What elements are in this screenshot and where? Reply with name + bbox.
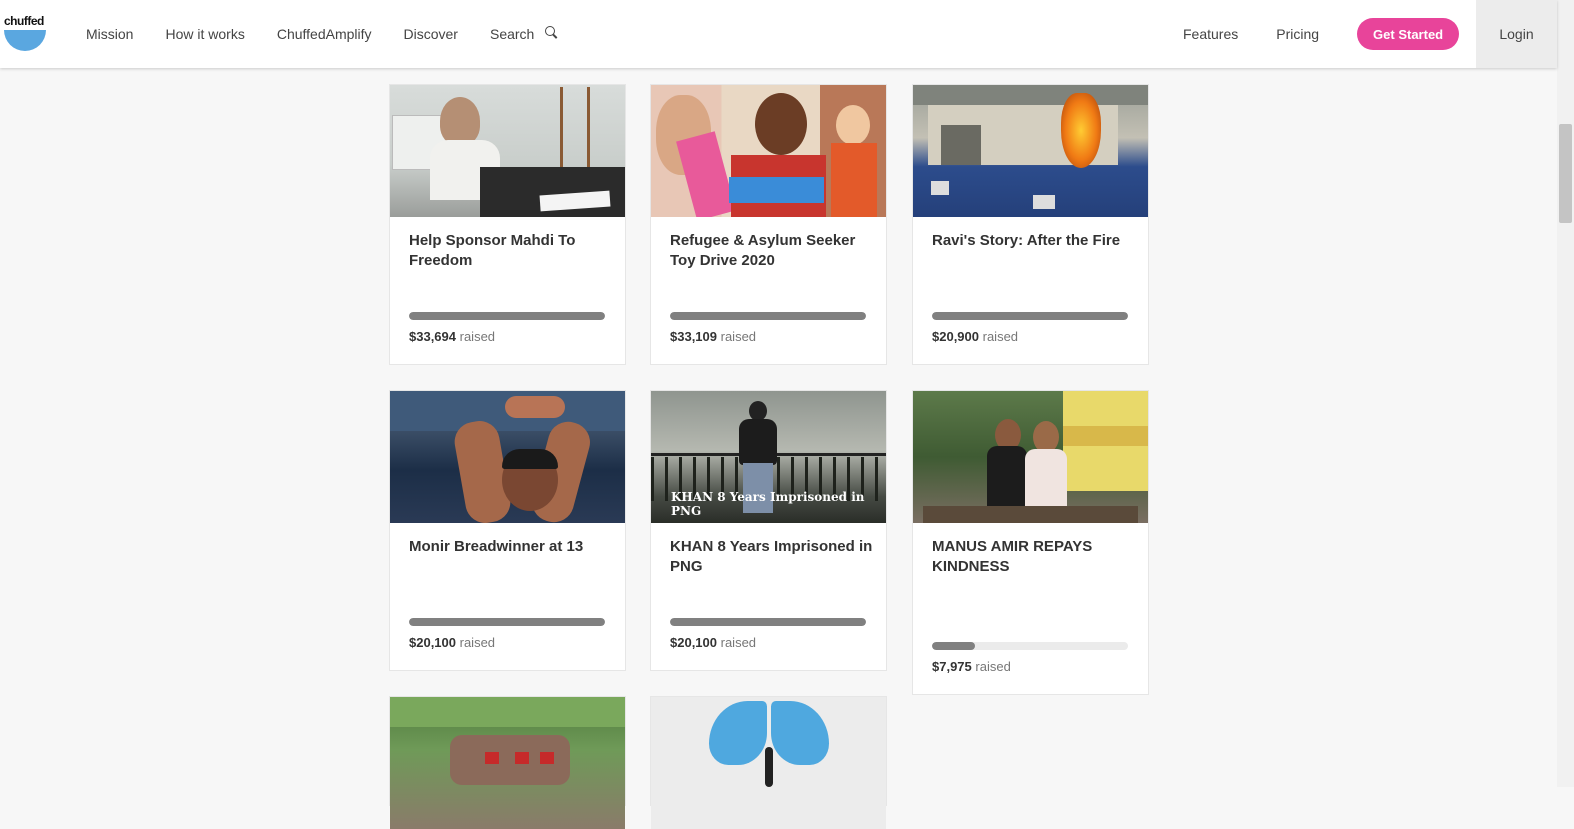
campaign-image — [913, 391, 1148, 523]
campaign-card[interactable] — [389, 696, 626, 829]
secondary-nav: Features Pricing Get Started — [1183, 0, 1460, 68]
nav-features[interactable]: Features — [1183, 26, 1238, 42]
campaign-title: KHAN 8 Years Imprisoned in PNG — [670, 538, 873, 575]
logo-mark — [4, 30, 46, 51]
logo-text: chuffed — [4, 14, 44, 28]
amount-raised: $7,975 raised — [932, 659, 1011, 674]
scrollbar-thumb[interactable] — [1559, 124, 1572, 223]
campaign-card[interactable]: MANUS AMIR REPAYS KINDNESS $7,975 raised — [912, 390, 1149, 695]
page-scrollbar[interactable] — [1557, 0, 1574, 787]
get-started-button[interactable]: Get Started — [1357, 18, 1460, 50]
chuffed-logo[interactable]: chuffed — [3, 14, 47, 52]
amount-value: $20,100 — [670, 635, 717, 650]
progress-fill — [932, 312, 1128, 320]
campaign-card[interactable] — [650, 696, 887, 829]
progress-fill — [670, 618, 866, 626]
campaign-image — [390, 391, 625, 523]
amount-value: $33,109 — [670, 329, 717, 344]
nav-discover[interactable]: Discover — [404, 26, 458, 42]
main-nav: Mission How it works ChuffedAmplify Disc… — [86, 0, 556, 68]
amount-raised: $20,100 raised — [670, 635, 756, 650]
progress-bar — [932, 642, 1128, 650]
progress-bar — [409, 618, 605, 626]
campaign-image: KHAN 8 Years Imprisoned in PNG — [651, 391, 886, 523]
search-link[interactable]: Search — [489, 26, 556, 42]
campaign-title: Monir Breadwinner at 13 — [409, 538, 584, 555]
raised-label: raised — [975, 659, 1011, 674]
image-caption: KHAN 8 Years Imprisoned in PNG — [671, 490, 865, 518]
amount-value: $20,900 — [932, 329, 979, 344]
login-button[interactable]: Login — [1476, 0, 1557, 68]
nav-how-it-works[interactable]: How it works — [165, 26, 244, 42]
campaign-card[interactable]: Help Sponsor Mahdi To Freedom $33,694 ra… — [389, 84, 626, 365]
campaign-title: Refugee & Asylum Seeker Toy Drive 2020 — [670, 232, 856, 269]
campaign-image — [390, 85, 625, 217]
nav-pricing[interactable]: Pricing — [1276, 26, 1319, 42]
nav-chuffedamplify[interactable]: ChuffedAmplify — [277, 26, 372, 42]
progress-bar — [670, 312, 866, 320]
amount-raised: $33,694 raised — [409, 329, 495, 344]
campaign-image — [913, 85, 1148, 217]
progress-fill — [932, 642, 976, 650]
amount-raised: $33,109 raised — [670, 329, 756, 344]
campaign-card[interactable]: Monir Breadwinner at 13 $20,100 raised — [389, 390, 626, 671]
progress-bar — [409, 312, 605, 320]
progress-bar — [670, 618, 866, 626]
progress-fill — [409, 618, 605, 626]
campaign-title: Ravi's Story: After the Fire — [932, 232, 1121, 249]
raised-label: raised — [720, 635, 757, 650]
raised-label: raised — [459, 635, 496, 650]
campaign-image — [651, 697, 886, 829]
site-header: chuffed Mission How it works ChuffedAmpl… — [0, 0, 1557, 68]
raised-label: raised — [720, 329, 757, 344]
amount-raised: $20,100 raised — [409, 635, 495, 650]
search-icon — [545, 26, 556, 36]
search-label: Search — [489, 26, 535, 42]
campaign-title: MANUS AMIR REPAYS KINDNESS — [932, 538, 1093, 575]
progress-bar — [932, 312, 1128, 320]
progress-fill — [670, 312, 866, 320]
progress-fill — [409, 312, 605, 320]
amount-value: $7,975 — [932, 659, 972, 674]
raised-label: raised — [982, 329, 1019, 344]
amount-raised: $20,900 raised — [932, 329, 1018, 344]
amount-value: $20,100 — [409, 635, 456, 650]
raised-label: raised — [459, 329, 496, 344]
campaign-title: Help Sponsor Mahdi To Freedom — [409, 232, 576, 269]
campaign-card[interactable]: Refugee & Asylum Seeker Toy Drive 2020 $… — [650, 84, 887, 365]
campaign-card[interactable]: KHAN 8 Years Imprisoned in PNG KHAN 8 Ye… — [650, 390, 887, 671]
nav-mission[interactable]: Mission — [86, 26, 133, 42]
amount-value: $33,694 — [409, 329, 456, 344]
campaign-card[interactable]: Ravi's Story: After the Fire $20,900 rai… — [912, 84, 1149, 365]
campaign-image — [390, 697, 625, 829]
campaign-image — [651, 85, 886, 217]
